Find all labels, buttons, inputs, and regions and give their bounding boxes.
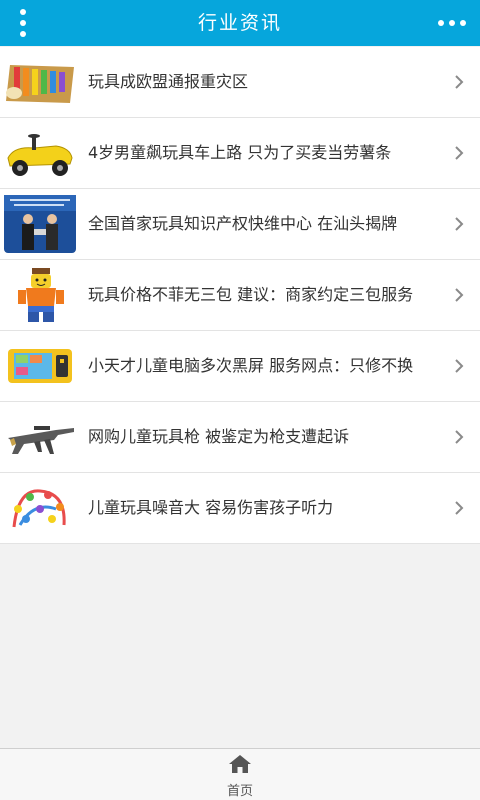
news-item[interactable]: 4岁男童飙玩具车上路 只为了买麦当劳薯条 <box>0 118 480 189</box>
xylophone-toy-thumbnail <box>4 53 76 111</box>
home-icon <box>229 755 251 773</box>
news-item[interactable]: 网购儿童玩具枪 被鉴定为枪支遭起诉 <box>0 402 480 473</box>
chevron-right-icon <box>455 501 464 515</box>
chevron-right-icon <box>455 75 464 89</box>
bottom-nav-bar: 首页 <box>0 748 480 800</box>
news-item[interactable]: 全国首家玩具知识产权快维中心 在汕头揭牌 <box>0 189 480 260</box>
yellow-toy-car-thumbnail <box>4 124 76 182</box>
lego-figure-thumbnail <box>4 266 76 324</box>
news-title: 网购儿童玩具枪 被鉴定为枪支遭起诉 <box>88 427 350 446</box>
news-item[interactable]: 小天才儿童电脑多次黑屏 服务网点：只修不换 <box>0 331 480 402</box>
more-options-icon[interactable] <box>434 6 470 40</box>
chevron-right-icon <box>455 217 464 231</box>
ceremony-photo-thumbnail <box>4 195 76 253</box>
news-title: 全国首家玩具知识产权快维中心 在汕头揭牌 <box>88 214 398 233</box>
bead-maze-toy-thumbnail <box>4 479 76 537</box>
chevron-right-icon <box>455 359 464 373</box>
page-title: 行业资讯 <box>197 12 282 34</box>
news-item[interactable]: 儿童玩具噪音大 容易伤害孩子听力 <box>0 473 480 544</box>
kids-tablet-thumbnail <box>4 337 76 395</box>
news-title: 小天才儿童电脑多次黑屏 服务网点：只修不换 <box>88 356 414 375</box>
news-list: 玩具成欧盟通报重灾区 4岁男童飙玩具车上路 只为了买麦当劳薯条 全国首家玩具知识… <box>0 47 480 544</box>
chevron-right-icon <box>455 146 464 160</box>
chevron-right-icon <box>455 288 464 302</box>
news-item[interactable]: 玩具成欧盟通报重灾区 <box>0 47 480 118</box>
news-title: 儿童玩具噪音大 容易伤害孩子听力 <box>88 498 334 517</box>
chevron-right-icon <box>455 430 464 444</box>
home-label: 首页 <box>226 784 253 799</box>
news-title: 玩具成欧盟通报重灾区 <box>88 72 249 91</box>
news-item[interactable]: 玩具价格不菲无三包 建议：商家约定三包服务 <box>0 260 480 331</box>
home-tab[interactable]: 首页 <box>210 752 270 800</box>
news-title: 4岁男童飙玩具车上路 只为了买麦当劳薯条 <box>88 143 392 162</box>
top-app-bar: 行业资讯 <box>0 0 480 46</box>
news-title: 玩具价格不菲无三包 建议：商家约定三包服务 <box>88 285 414 304</box>
toy-rifle-thumbnail <box>4 408 76 466</box>
